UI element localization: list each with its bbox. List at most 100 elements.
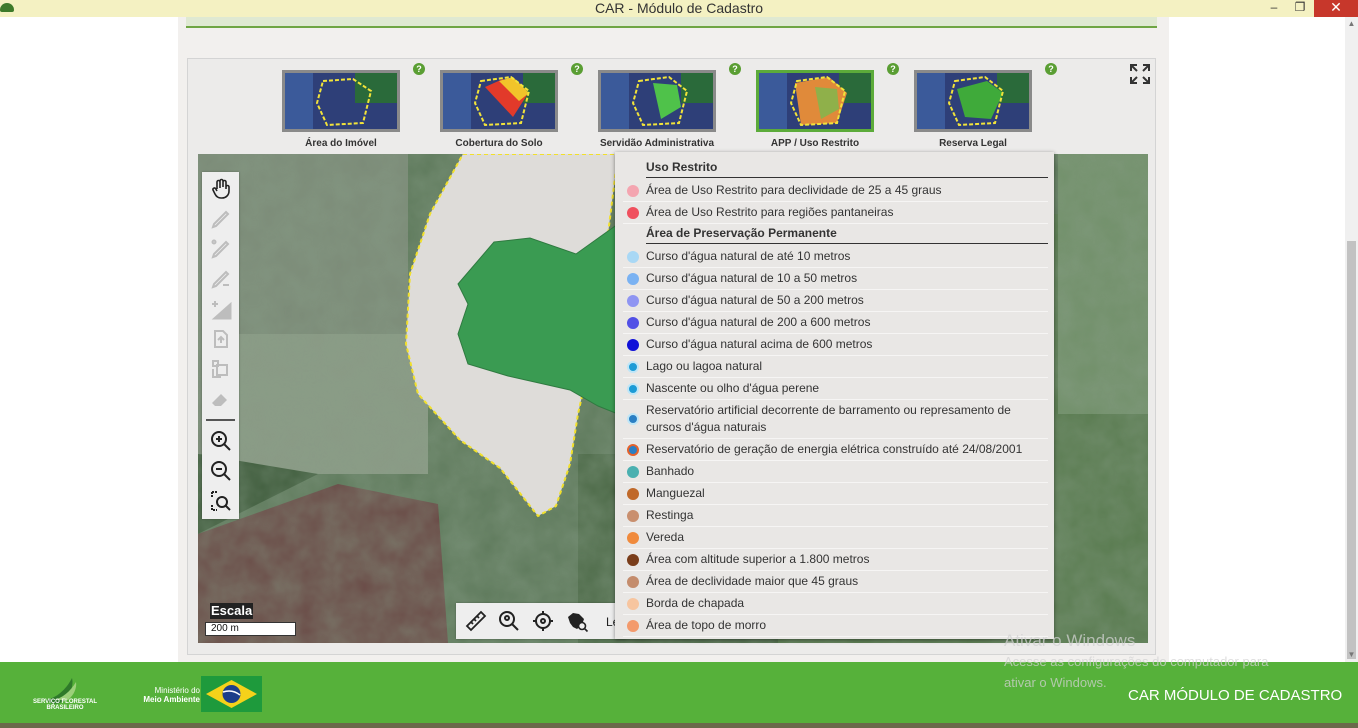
zoom-out-icon[interactable] <box>209 459 233 483</box>
legend-swatch <box>627 554 639 566</box>
legend-item: Restinga <box>623 505 1048 527</box>
legend-swatch <box>627 620 639 632</box>
zoom-extent-icon[interactable] <box>209 489 233 513</box>
help-icon[interactable]: ? <box>571 63 583 75</box>
step-reserva-legal[interactable] <box>914 70 1032 132</box>
legend-swatch <box>627 576 639 588</box>
legend-item-label: Área de Uso Restrito para regiões pantan… <box>646 205 894 219</box>
step-servidao-administrativa[interactable] <box>598 70 716 132</box>
toolbar-divider <box>206 419 235 421</box>
legend-swatch <box>627 251 639 263</box>
legend-item: Área com altitude superior a 1.800 metro… <box>623 549 1048 571</box>
footer-bottom-band <box>0 723 1358 728</box>
scrollbar-thumb[interactable] <box>1347 241 1356 659</box>
legend-swatch <box>627 532 639 544</box>
help-icon[interactable]: ? <box>1045 63 1057 75</box>
minimize-button[interactable]: – <box>1262 0 1286 17</box>
search-location-icon[interactable] <box>497 609 521 633</box>
legend-item-label: Vereda <box>646 530 685 544</box>
close-button[interactable]: ✕ <box>1314 0 1358 17</box>
map-edit-toolbar <box>202 172 239 519</box>
legend-swatch <box>627 413 639 425</box>
map-scale: Escala 200 m <box>203 603 298 638</box>
legend-item-label: Área com altitude superior a 1.800 metro… <box>646 552 870 566</box>
brazil-map-search-icon[interactable] <box>565 609 589 633</box>
legend-item: Curso d'água natural de 200 a 600 metros <box>623 312 1048 334</box>
legend-item: Curso d'água natural de 50 a 200 metros <box>623 290 1048 312</box>
fullscreen-icon[interactable] <box>1129 63 1151 85</box>
brazil-flag-icon <box>201 676 262 712</box>
scroll-down-icon[interactable]: ▼ <box>1345 648 1358 662</box>
add-area-icon[interactable] <box>209 297 233 321</box>
windows-activation-watermark: Ativar o Windows Acesse as configurações… <box>1004 631 1269 693</box>
legend-item: Borda de chapada <box>623 593 1048 615</box>
draw-polygon-icon[interactable] <box>209 207 233 231</box>
legend-item-label: Reservatório de geração de energia elétr… <box>646 442 1023 456</box>
legend-item-label: Curso d'água natural acima de 600 metros <box>646 337 873 351</box>
mma-line1: Ministério do <box>154 686 200 695</box>
legend-item: Lago ou lagoa natural <box>623 356 1048 378</box>
vertical-scrollbar[interactable]: ▲ ▼ <box>1345 17 1358 662</box>
legend-item: Banhado <box>623 461 1048 483</box>
legend-item-label: Área de Uso Restrito para declividade de… <box>646 183 942 197</box>
legend-swatch <box>627 488 639 500</box>
window-title: CAR - Módulo de Cadastro <box>594 0 764 16</box>
step-label-cobertura-do-solo[interactable]: Cobertura do Solo <box>424 138 574 149</box>
ministerio-meio-ambiente-text: Ministério do Meio Ambiente <box>128 686 200 704</box>
help-icon[interactable]: ? <box>729 63 741 75</box>
crosshair-icon[interactable] <box>531 609 555 633</box>
top-progress-stripe <box>186 17 1157 28</box>
legend-swatch <box>627 317 639 329</box>
move-polygon-icon[interactable] <box>209 357 233 381</box>
step-area-do-imovel[interactable] <box>282 70 400 132</box>
legend-item: Curso d'água natural acima de 600 metros <box>623 334 1048 356</box>
cut-polygon-icon[interactable] <box>209 267 233 291</box>
scroll-up-icon[interactable]: ▲ <box>1345 17 1358 31</box>
legend-panel: Uso Restrito Área de Uso Restrito para d… <box>615 152 1054 639</box>
scale-title: Escala <box>210 603 254 619</box>
watermark-line1: Ativar o Windows <box>1004 631 1136 650</box>
sfb-line2: BRASILEIRO <box>46 705 84 711</box>
step-label-area-do-imovel[interactable]: Área do Imóvel <box>266 138 416 149</box>
eraser-icon[interactable] <box>209 387 233 411</box>
legend-swatch <box>627 273 639 285</box>
watermark-line2: Acesse as configurações do computador pa… <box>1004 654 1269 669</box>
mma-line2: Meio Ambiente <box>143 695 200 704</box>
step-label-servidao-administrativa[interactable]: Servidão Administrativa <box>582 138 732 149</box>
legend-section-title: Área de Preservação Permanente <box>646 222 1048 244</box>
help-icon[interactable]: ? <box>887 63 899 75</box>
edit-vertices-icon[interactable] <box>209 237 233 261</box>
legend-swatch <box>627 295 639 307</box>
help-icon[interactable]: ? <box>413 63 425 75</box>
servico-florestal-text: SERVIÇO FLORESTAL BRASILEIRO <box>28 699 102 711</box>
legend-item-label: Área de topo de morro <box>646 618 767 632</box>
import-shape-icon[interactable] <box>209 327 233 351</box>
legend-item: Curso d'água natural de 10 a 50 metros <box>623 268 1048 290</box>
legend-item-label: Curso d'água natural de até 10 metros <box>646 249 851 263</box>
zoom-in-icon[interactable] <box>209 429 233 453</box>
legend-swatch <box>627 466 639 478</box>
legend-item-label: Curso d'água natural de 50 a 200 metros <box>646 293 864 307</box>
step-label-reserva-legal[interactable]: Reserva Legal <box>898 138 1048 149</box>
legend-item: Vereda <box>623 527 1048 549</box>
legend-item: Curso d'água natural de até 10 metros <box>623 246 1048 268</box>
legend-item: Área de topo de morro <box>623 615 1048 637</box>
legend-swatch <box>627 444 639 456</box>
hand-pan-icon[interactable] <box>209 177 233 201</box>
legend-swatch <box>627 185 639 197</box>
step-app-uso-restrito[interactable] <box>756 70 874 132</box>
legend-item-label: Manguezal <box>646 486 705 500</box>
scale-bar: 200 m <box>205 622 296 636</box>
maximize-button[interactable]: ❐ <box>1288 0 1312 17</box>
legend-item-label: Reservatório artificial decorrente de ba… <box>646 403 1011 434</box>
step-label-app-uso-restrito[interactable]: APP / Uso Restrito <box>740 138 890 149</box>
step-cobertura-do-solo[interactable] <box>440 70 558 132</box>
legend-swatch <box>627 510 639 522</box>
legend-swatch <box>627 383 639 395</box>
legend-item: Manguezal <box>623 483 1048 505</box>
legend-item-label: Curso d'água natural de 200 a 600 metros <box>646 315 871 329</box>
legend-item-label: Nascente ou olho d'água perene <box>646 381 820 395</box>
legend-swatch <box>627 598 639 610</box>
legend-item-label: Curso d'água natural de 10 a 50 metros <box>646 271 858 285</box>
ruler-icon[interactable] <box>464 609 488 633</box>
